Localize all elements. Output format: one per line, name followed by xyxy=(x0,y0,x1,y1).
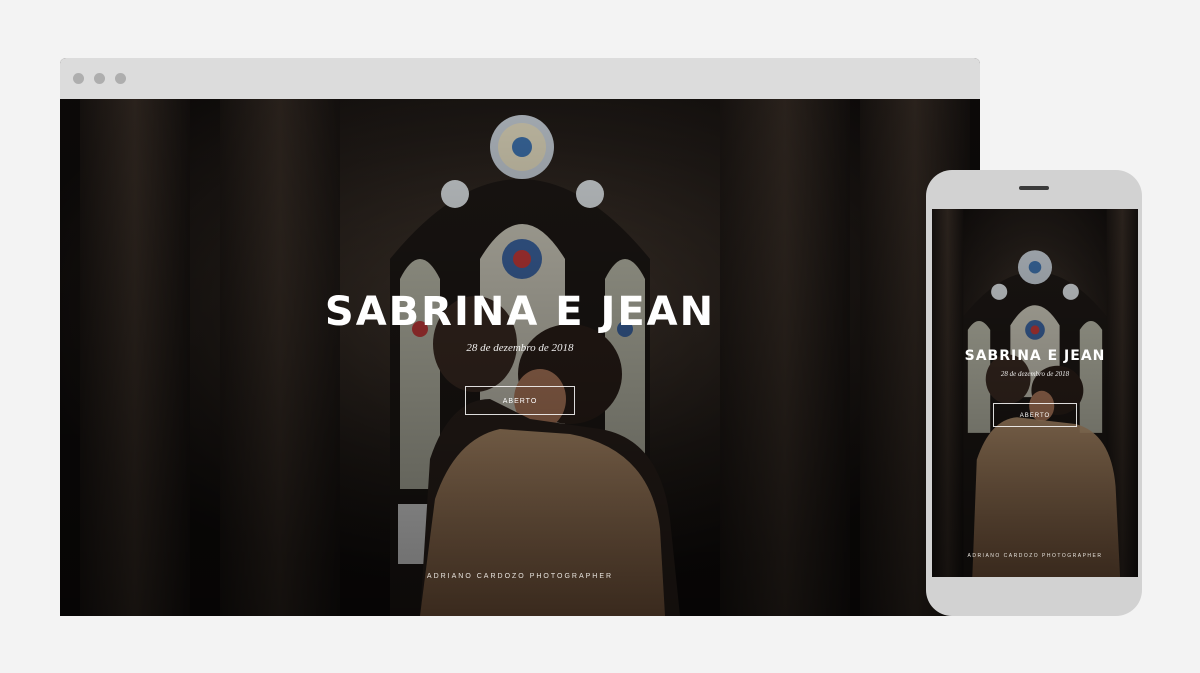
page: { "colors": { "page_background": "#f3f3f… xyxy=(0,0,1200,673)
hero-title: SABRINA E JEAN xyxy=(324,289,716,335)
church-photo-image xyxy=(932,209,1138,577)
browser-title-bar xyxy=(60,58,980,99)
photographer-credit: ADRIANO CARDOZO PHOTOGRAPHER xyxy=(426,573,614,580)
close-window-dot-icon[interactable] xyxy=(73,73,84,84)
church-photo-image xyxy=(60,99,980,616)
maximize-window-dot-icon[interactable] xyxy=(115,73,126,84)
phone-screen: SABRINA E JEAN 28 de dezembro de 2018 AB… xyxy=(932,209,1138,577)
desktop-screen: SABRINA E JEAN 28 de dezembro de 2018 AB… xyxy=(60,99,980,616)
desktop-browser-mockup: SABRINA E JEAN 28 de dezembro de 2018 AB… xyxy=(60,58,980,616)
hero-title: SABRINA E JEAN xyxy=(964,348,1106,364)
hero-button-wrap: ABERTO xyxy=(60,386,980,415)
hero-date: 28 de dezembro de 2018 xyxy=(1000,370,1070,378)
photographer-credit: ADRIANO CARDOZO PHOTOGRAPHER xyxy=(967,553,1103,559)
hero-photo xyxy=(60,99,980,616)
phone-mockup: SABRINA E JEAN 28 de dezembro de 2018 AB… xyxy=(926,170,1142,616)
phone-speaker-icon xyxy=(1019,186,1049,190)
open-button[interactable]: ABERTO xyxy=(993,403,1077,427)
hero-date: 28 de dezembro de 2018 xyxy=(466,342,574,354)
hero-button-wrap: ABERTO xyxy=(932,403,1138,427)
minimize-window-dot-icon[interactable] xyxy=(94,73,105,84)
hero-photo xyxy=(932,209,1138,577)
open-button[interactable]: ABERTO xyxy=(465,386,575,415)
